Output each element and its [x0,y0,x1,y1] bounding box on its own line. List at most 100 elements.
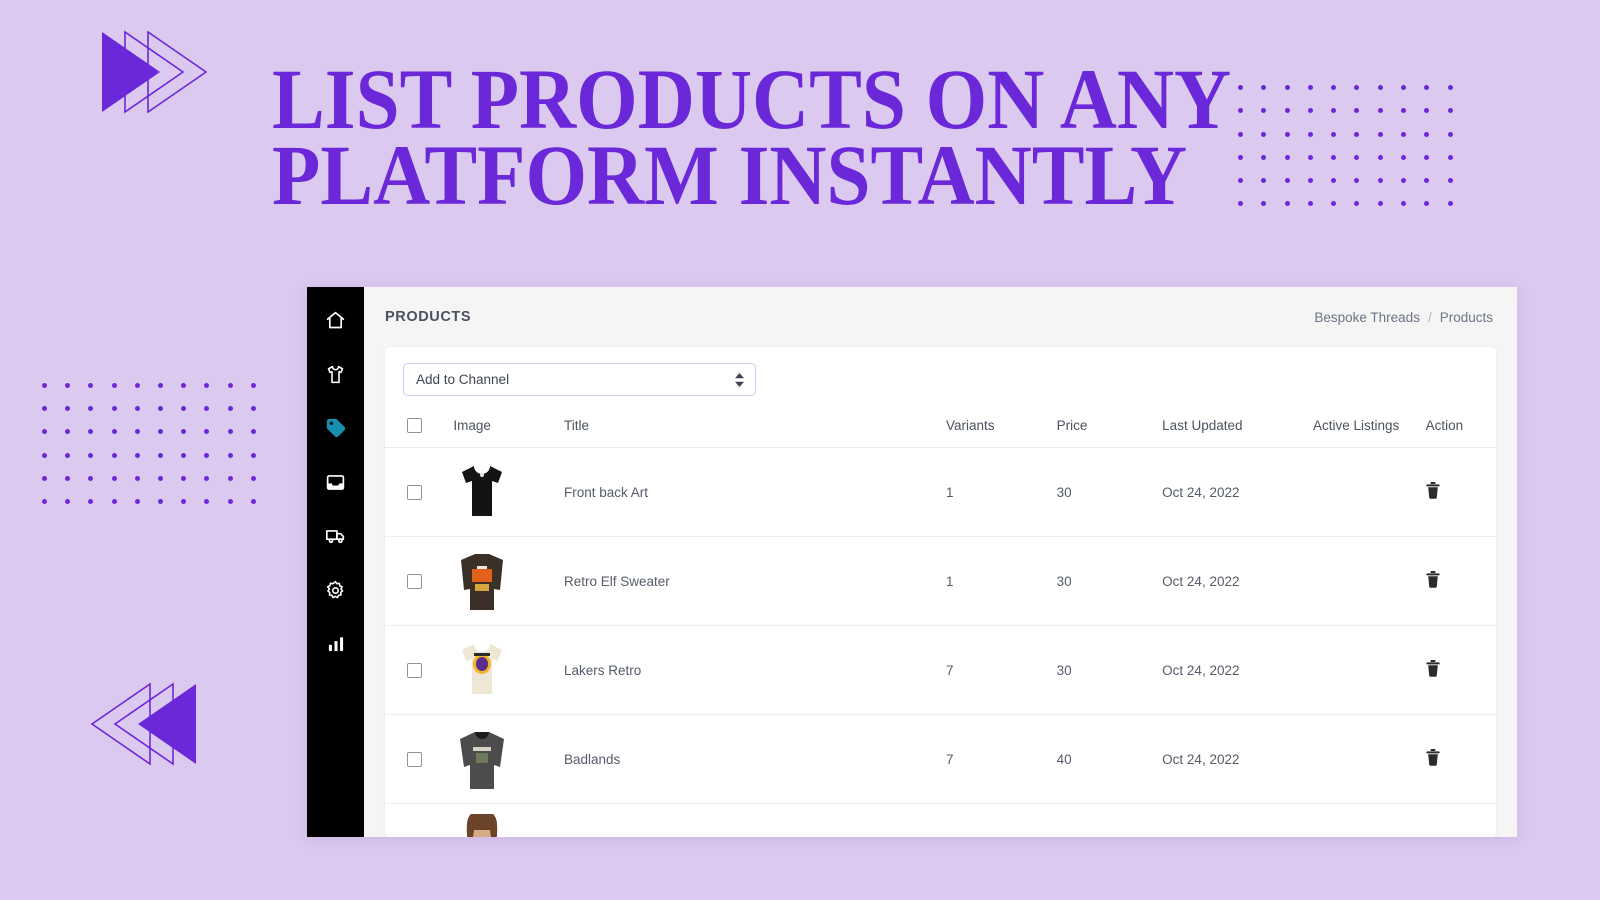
grid-dot [250,406,256,412]
grid-dot [1307,108,1313,114]
th-action: Action [1425,408,1496,448]
row-checkbox[interactable] [407,573,422,589]
grid-dot [1238,201,1243,207]
trash-icon[interactable] [1425,660,1440,680]
grid-dot [227,498,233,504]
sidebar-item-home[interactable] [321,305,351,335]
select-all-checkbox[interactable] [407,418,422,433]
products-table-wrapper: Image Title Variants Price Last Updated … [385,408,1496,837]
page-title: PRODUCTS [385,309,472,325]
grid-dot [134,452,140,458]
grid-dot [1238,85,1243,90]
sidebar-item-products[interactable] [321,359,351,389]
product-variants: 7 [946,714,1057,804]
grid-dot [1284,201,1290,207]
trash-icon[interactable] [1425,482,1440,502]
grid-dot [181,452,187,458]
grid-dot [111,406,117,412]
grid-dot [88,475,94,481]
grid-dot [1261,154,1267,160]
product-last-updated: Oct 24, 2022 [1162,714,1313,804]
product-price: 30 [1056,447,1163,537]
grid-dot [134,429,140,435]
product-price: 40 [1056,714,1163,804]
trash-icon[interactable] [1425,749,1440,769]
grid-dot [250,498,256,504]
grid-dot [1401,108,1407,114]
sidebar-item-shipping[interactable] [321,521,351,551]
brown-graphic-sweater-thumbnail [453,547,512,615]
product-thumbnail-cell [453,625,564,715]
table-body: Front back Art 1 30 Oct 24, 2022 Retro Elf … [385,447,1496,837]
table-row [385,803,1496,837]
row-select-cell [385,803,454,837]
grid-dot [1307,154,1313,160]
grid-dot [1354,154,1360,160]
grid-dot [88,452,94,458]
grid-dot [1377,108,1383,114]
grid-dot [181,429,187,435]
grid-dot [181,406,187,412]
dot-grid-right [1238,85,1471,225]
dot-grid-left [42,383,274,522]
product-active-listings [1312,803,1426,837]
product-last-updated: Oct 24, 2022 [1162,447,1313,537]
grid-dot [1284,108,1290,114]
card-toolbar: Add to Channel [385,347,1496,408]
grid-dot [1307,85,1313,90]
product-price: 30 [1056,536,1163,626]
sidebar-item-analytics[interactable] [321,629,351,659]
grid-dot [1331,85,1337,90]
table-row: Lakers Retro 7 30 Oct 24, 2022 [385,625,1496,715]
grid-dot [204,383,210,388]
product-thumbnail-cell [453,536,564,626]
grid-dot [1261,85,1267,90]
trash-icon[interactable] [1425,571,1440,591]
add-to-channel-value: Add to Channel [416,372,510,387]
home-icon [326,311,345,328]
sidebar-item-settings[interactable] [321,575,351,605]
product-last-updated: Oct 24, 2022 [1162,536,1313,626]
table-head: Image Title Variants Price Last Updated … [385,408,1496,448]
grid-dot [157,406,163,412]
grid-dot [1424,108,1430,114]
grid-dot [250,429,256,435]
poster-canvas: LIST PRODUCTS ON ANY PLATFORM INSTANTLY [0,0,1600,900]
row-checkbox[interactable] [407,484,422,500]
th-variants: Variants [946,408,1057,448]
grid-dot [250,383,256,388]
product-active-listings [1312,714,1426,804]
grid-dot [1331,178,1337,184]
th-active-listings: Active Listings [1312,408,1426,448]
black-tshirt-thumbnail [453,458,512,526]
row-checkbox[interactable] [407,751,422,767]
sidebar-item-listings[interactable] [321,413,351,443]
grid-dot [1377,178,1383,184]
grid-dot [227,406,233,412]
grid-dot [227,452,233,458]
truck-icon [325,530,344,544]
product-active-listings [1312,625,1426,715]
grid-dot [111,475,117,481]
breadcrumb-store[interactable]: Bespoke Threads [1314,310,1420,325]
add-to-channel-select[interactable]: Add to Channel [403,363,756,396]
th-price: Price [1056,408,1163,448]
sidebar-item-inbox[interactable] [321,467,351,497]
model-wearing-dark-top-thumbnail [453,814,512,837]
sidebar [307,287,364,837]
grid-dot [204,498,210,504]
product-active-listings [1312,536,1426,626]
grid-dot [1424,154,1430,160]
product-variants [946,803,1057,837]
grid-dot [204,475,210,481]
row-checkbox[interactable] [407,662,422,678]
grid-dot [227,383,233,388]
page-header: PRODUCTS Bespoke Threads / Products [364,287,1517,347]
row-select-cell [385,714,454,804]
cream-lakers-tshirt-thumbnail [453,636,512,704]
grid-dot [42,498,47,504]
grid-dot [88,406,94,412]
grid-dot [65,383,71,388]
grid-dot [1401,201,1407,207]
row-select-cell [385,447,454,537]
